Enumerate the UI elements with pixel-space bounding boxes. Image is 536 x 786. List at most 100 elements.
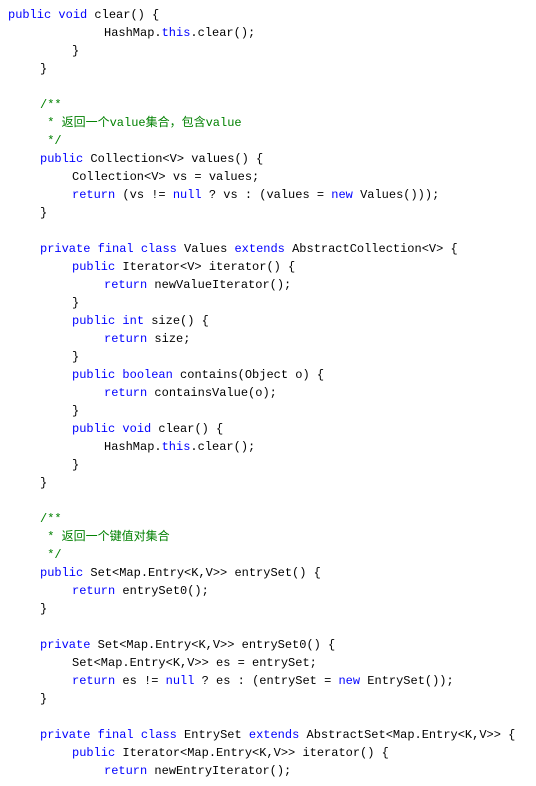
comment-token: */ — [40, 134, 62, 148]
keyword-token: return — [104, 764, 147, 778]
keyword-token: private — [40, 728, 90, 742]
code-line: return size; — [8, 330, 528, 348]
keyword-token: public — [72, 368, 115, 382]
keyword-token: public — [40, 566, 83, 580]
keyword-token: null — [173, 188, 202, 202]
code-line: Set<Map.Entry<K,V>> es = entrySet; — [8, 654, 528, 672]
keyword-token: return — [72, 674, 115, 688]
text-token: } — [40, 62, 47, 76]
keyword-token: return — [104, 332, 147, 346]
code-line: public void clear() { — [8, 420, 528, 438]
code-line: public void clear() { — [8, 6, 528, 24]
code-line: HashMap.this.clear(); — [8, 24, 528, 42]
keyword-token: new — [338, 674, 360, 688]
keyword-token: class — [141, 728, 177, 742]
text-token: Collection<V> vs = values; — [72, 170, 259, 184]
keyword-token: void — [122, 422, 151, 436]
keyword-token: boolean — [122, 368, 172, 382]
code-line: public Collection<V> values() { — [8, 150, 528, 168]
keyword-token: return — [104, 278, 147, 292]
text-token: ? es : (entrySet = — [194, 674, 338, 688]
text-token: contains(Object o) { — [173, 368, 324, 382]
code-line: * 返回一个value集合，包含value — [8, 114, 528, 132]
text-token: (vs != — [115, 188, 173, 202]
keyword-token: this — [162, 440, 191, 454]
text-token: AbstractSet<Map.Entry<K,V>> { — [299, 728, 515, 742]
code-line: private Set<Map.Entry<K,V>> entrySet0() … — [8, 636, 528, 654]
code-line — [8, 78, 528, 96]
text-token: Iterator<V> iterator() { — [115, 260, 295, 274]
code-line: return containsValue(o); — [8, 384, 528, 402]
comment-token: /** — [40, 512, 62, 526]
keyword-token: public — [8, 8, 51, 22]
code-line: } — [8, 42, 528, 60]
text-token: es != — [115, 674, 165, 688]
keyword-token: return — [72, 188, 115, 202]
code-line: } — [8, 690, 528, 708]
text-token: Set<Map.Entry<K,V>> entrySet0() { — [90, 638, 335, 652]
text-token: newValueIterator(); — [147, 278, 291, 292]
text-token: entrySet0(); — [115, 584, 209, 598]
text-token: ? vs : (values = — [202, 188, 332, 202]
keyword-token: void — [58, 8, 87, 22]
keyword-token: extends — [249, 728, 299, 742]
code-line: */ — [8, 546, 528, 564]
keyword-token: public — [72, 260, 115, 274]
text-token: containsValue(o); — [147, 386, 277, 400]
code-line: } — [8, 402, 528, 420]
code-line: public Iterator<Map.Entry<K,V>> iterator… — [8, 744, 528, 762]
keyword-token: public — [40, 152, 83, 166]
text-token: Collection<V> values() { — [83, 152, 263, 166]
text-token: } — [72, 44, 79, 58]
text-token: HashMap. — [104, 26, 162, 40]
text-token: Set<Map.Entry<K,V>> entrySet() { — [83, 566, 321, 580]
text-token: newEntryIterator(); — [147, 764, 291, 778]
code-line — [8, 618, 528, 636]
text-token: } — [72, 458, 79, 472]
text-token: Iterator<Map.Entry<K,V>> iterator() { — [115, 746, 389, 760]
comment-token: * 返回一个键值对集合 — [40, 530, 170, 544]
code-line — [8, 222, 528, 240]
comment-token: /** — [40, 98, 62, 112]
keyword-token: class — [141, 242, 177, 256]
text-token: EntrySet — [177, 728, 249, 742]
keyword-token: return — [72, 584, 115, 598]
code-line: } — [8, 348, 528, 366]
keyword-token: null — [166, 674, 195, 688]
text-token: .clear(); — [190, 26, 255, 40]
keyword-token: public — [72, 314, 115, 328]
code-line: } — [8, 294, 528, 312]
code-line: */ — [8, 132, 528, 150]
code-line: return es != null ? es : (entrySet = new… — [8, 672, 528, 690]
code-line: * 返回一个键值对集合 — [8, 528, 528, 546]
code-line: } — [8, 456, 528, 474]
keyword-token: new — [331, 188, 353, 202]
code-line: } — [8, 474, 528, 492]
code-line: return entrySet0(); — [8, 582, 528, 600]
keyword-token: int — [122, 314, 144, 328]
keyword-token: extends — [234, 242, 284, 256]
keyword-token: return — [104, 386, 147, 400]
code-line: private final class EntrySet extends Abs… — [8, 726, 528, 744]
text-token: size; — [147, 332, 190, 346]
code-line: return newEntryIterator(); — [8, 762, 528, 780]
text-token: HashMap. — [104, 440, 162, 454]
code-line: public boolean contains(Object o) { — [8, 366, 528, 384]
text-token: .clear(); — [190, 440, 255, 454]
keyword-token: this — [162, 26, 191, 40]
text-token: clear() { — [151, 422, 223, 436]
text-token: clear() { — [87, 8, 159, 22]
text-token: Values())); — [353, 188, 439, 202]
text-token: AbstractCollection<V> { — [285, 242, 458, 256]
code-line: } — [8, 204, 528, 222]
code-line: Collection<V> vs = values; — [8, 168, 528, 186]
code-line: public int size() { — [8, 312, 528, 330]
text-token: } — [72, 404, 79, 418]
code-block: public void clear() {HashMap.this.clear(… — [8, 6, 528, 780]
code-line: /** — [8, 510, 528, 528]
keyword-token: final — [98, 728, 134, 742]
text-token: Set<Map.Entry<K,V>> es = entrySet; — [72, 656, 317, 670]
keyword-token: public — [72, 422, 115, 436]
text-token: } — [40, 602, 47, 616]
text-token: EntrySet()); — [360, 674, 454, 688]
